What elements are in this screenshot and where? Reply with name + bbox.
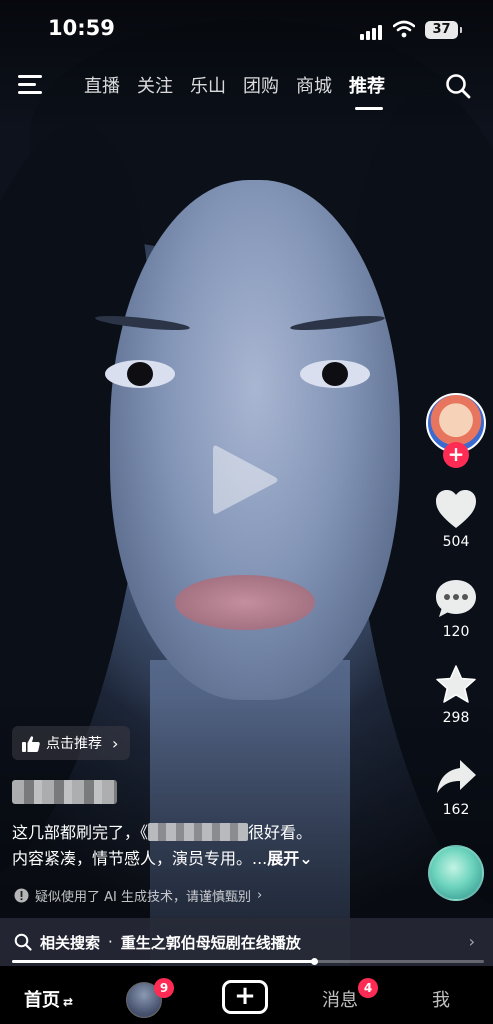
feed-tabs: 直播 关注 乐山 团购 商城 推荐 (84, 72, 385, 110)
create-button[interactable]: + (222, 980, 268, 1014)
video-frame-eye (300, 360, 370, 388)
status-bar: 10:59 37 (0, 14, 493, 46)
chevron-right-icon: › (112, 733, 119, 753)
progress-fill (12, 960, 315, 963)
music-disc[interactable] (428, 845, 484, 901)
ai-disclosure-text: 疑似使用了 AI 生成技术，请谨慎甄别 (35, 890, 251, 905)
video-frame-lips (175, 575, 315, 630)
expand-button[interactable]: 展开 (267, 849, 299, 868)
tab-mall[interactable]: 商城 (296, 72, 332, 104)
bottom-tab-bar: 首页 ⇄ 9 + 消息 4 我 (0, 966, 493, 1024)
thumbs-up-icon (22, 735, 40, 752)
menu-icon[interactable] (18, 74, 44, 96)
like-button[interactable]: 504 (430, 488, 482, 550)
chevron-right-icon: › (468, 932, 475, 951)
switch-icon: ⇄ (63, 995, 74, 1009)
star-icon (436, 665, 476, 703)
author-name-redacted[interactable] (12, 780, 117, 804)
chevron-right-icon: › (257, 888, 263, 903)
video-description[interactable]: 这几部都刷完了，《 很好看。 内容紧凑，情节感人，演员专用。...展开⌄ (12, 820, 412, 872)
wifi-icon (393, 20, 415, 38)
video-progress-bar[interactable] (12, 958, 484, 965)
tab-following[interactable]: 关注 (137, 72, 173, 104)
follow-button[interactable]: + (443, 442, 469, 468)
description-text: 这几部都刷完了，《 (12, 823, 149, 842)
top-navigation: 直播 关注 乐山 团购 商城 推荐 (0, 64, 493, 110)
play-icon[interactable] (209, 440, 281, 520)
cellular-signal-icon (360, 24, 384, 40)
battery-indicator: 37 (425, 21, 462, 39)
share-button[interactable]: 162 (430, 756, 482, 818)
ai-disclosure[interactable]: 疑似使用了 AI 生成技术，请谨慎甄别 › (14, 886, 262, 905)
status-time: 10:59 (48, 16, 115, 40)
tab-live[interactable]: 直播 (84, 72, 120, 104)
related-search-separator: · (108, 933, 113, 951)
tab-messages[interactable]: 消息 (322, 986, 358, 1012)
tab-local[interactable]: 乐山 (190, 72, 226, 104)
heart-icon (436, 490, 476, 528)
search-icon (14, 933, 32, 951)
tab-home[interactable]: 首页 ⇄ (24, 986, 73, 1012)
tab-recommend[interactable]: 推荐 (349, 72, 385, 110)
tab-me[interactable]: 我 (432, 986, 450, 1012)
chevron-down-icon: ⌄ (299, 849, 313, 868)
comment-button[interactable]: 120 (430, 578, 482, 640)
friends-badge: 9 (154, 978, 174, 998)
share-count: 162 (442, 802, 470, 818)
redacted-title (148, 823, 249, 841)
plus-icon: + (234, 981, 256, 1011)
related-search-label: 相关搜索 (40, 933, 101, 952)
comment-icon (436, 580, 476, 617)
favorite-button[interactable]: 298 (430, 664, 482, 726)
tab-group-buy[interactable]: 团购 (243, 72, 279, 104)
video-frame-eye (105, 360, 175, 388)
recommend-label: 点击推荐 (46, 736, 102, 752)
comment-count: 120 (442, 624, 470, 640)
share-icon (437, 760, 476, 793)
warning-icon (14, 888, 29, 903)
related-search-bar[interactable]: 相关搜索 · 重生之郭伯母短剧在线播放 › (0, 918, 493, 966)
recommend-pill[interactable]: 点击推荐 › (12, 726, 131, 760)
tab-home-label: 首页 (24, 990, 60, 1011)
favorite-count: 298 (442, 710, 470, 726)
search-icon[interactable] (444, 72, 472, 100)
description-text: 内容紧凑，情节感人，演员专用。... (12, 849, 268, 868)
messages-badge: 4 (358, 978, 378, 998)
like-count: 504 (442, 534, 470, 550)
description-text: 很好看。 (248, 823, 313, 842)
related-search-query: 重生之郭伯母短剧在线播放 (120, 933, 301, 952)
